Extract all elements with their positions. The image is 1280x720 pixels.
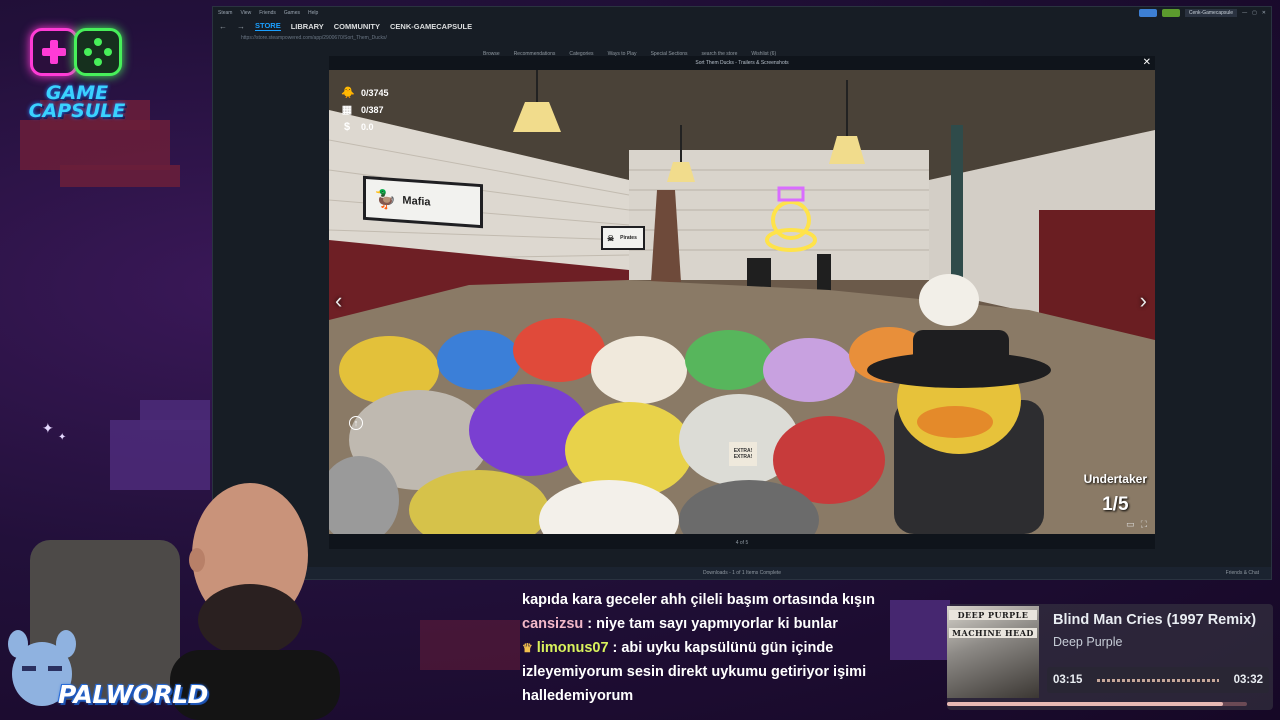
- chat-message: cansizsu: niye tam sayı yapmıyorlar ki b…: [522, 612, 932, 636]
- theater-mode-icon[interactable]: ▭: [1126, 519, 1135, 530]
- window-close-icon[interactable]: ✕: [1262, 10, 1266, 16]
- waveform-dots: [1097, 679, 1219, 682]
- newspaper-label: EXTRA! EXTRA!: [729, 442, 757, 466]
- maximize-icon[interactable]: ▢: [1252, 10, 1257, 16]
- crown-icon: ♛: [522, 641, 533, 655]
- game-capsule-logo: GAME CAPSULE: [22, 18, 132, 128]
- broadcast-button[interactable]: [1138, 9, 1157, 17]
- steam-titlebar: Steam View Friends Games Help Cenk-Gamec…: [213, 7, 1271, 19]
- chat-text: halledemiyorum: [522, 688, 634, 704]
- steam-menu-games[interactable]: Games: [284, 10, 300, 16]
- elapsed-time: 03:15: [1053, 674, 1083, 686]
- money-icon: $: [343, 120, 351, 133]
- chat-overlay: kapıda kara geceler ahh çileli başım ort…: [522, 588, 932, 708]
- chat-text: : abi uyku kapsülünü gün içinde: [612, 640, 834, 656]
- logo-text-capsule: CAPSULE: [28, 100, 126, 122]
- viewer-title: Sort Them Ducks - Trailers & Screenshots…: [329, 56, 1155, 70]
- money-counter: 0.0: [361, 121, 374, 132]
- rank-name: Undertaker: [1083, 472, 1147, 486]
- screenshot-viewer: Sort Them Ducks - Trailers & Screenshots…: [329, 56, 1155, 549]
- steam-menu-view[interactable]: View: [240, 10, 251, 16]
- pixel-cloud-decoration: [420, 620, 520, 670]
- gamepad-dpad-icon: [30, 28, 78, 76]
- track-artist: Deep Purple: [1053, 635, 1123, 649]
- album-art-artist-text: DEEP PURPLE: [949, 610, 1037, 620]
- game-hud: 🐥 0/3745 ▦ 0/387 $0.0: [341, 84, 389, 135]
- steam-menu-friends[interactable]: Friends: [259, 10, 276, 16]
- chat-text: izleyemiyorum sesin direkt uykumu getiri…: [522, 664, 867, 680]
- mafia-duck: [867, 330, 1051, 534]
- nav-profile[interactable]: CENK-GAMECAPSULE: [390, 22, 472, 31]
- album-art-title-text: MACHINE HEAD: [949, 628, 1037, 638]
- account-menu[interactable]: Cenk-Gamecapsule: [1184, 9, 1238, 17]
- rank-progress: 1/5: [1102, 494, 1129, 515]
- mafia-duck-icon: 🦆: [374, 188, 397, 210]
- chat-message: halledemiyorum: [522, 684, 932, 708]
- chat-text: : niye tam sayı yapmıyorlar ki bunlar: [587, 616, 838, 632]
- steam-menu-steam[interactable]: Steam: [218, 10, 232, 16]
- steam-nav: ← → STORE LIBRARY COMMUNITY CENK-GAMECAP…: [213, 19, 1271, 33]
- rank-display: Undertaker 1/5: [1084, 472, 1147, 516]
- palworld-logo: PALWORLD: [58, 680, 208, 709]
- chevron-right-icon[interactable]: ›: [1140, 288, 1147, 314]
- star-icon: ✦: [58, 432, 67, 443]
- track-progress-bar: [947, 702, 1247, 706]
- star-icon: ✦: [42, 420, 54, 436]
- gamepad-buttons-icon: [74, 28, 122, 76]
- screenshot-controls: ▭ ⛶: [1126, 519, 1147, 530]
- duck-counter: 0/3745: [361, 87, 389, 98]
- minimize-icon[interactable]: —: [1242, 10, 1247, 16]
- chevron-left-icon[interactable]: ‹: [335, 288, 342, 314]
- chat-username: limonus07: [536, 640, 609, 656]
- chat-text: kapıda kara geceler ahh çileli başım ort…: [522, 592, 875, 608]
- pirates-sign-label: Pirates: [620, 235, 637, 241]
- downloads-status[interactable]: Downloads - 1 of 1 Items Complete: [703, 570, 781, 576]
- track-title: Blind Man Cries (1997 Remix): [1053, 612, 1257, 628]
- mafia-sign-label: Mafia: [402, 194, 431, 209]
- track-progress-fill: [947, 702, 1223, 706]
- album-art: DEEP PURPLE MACHINE HEAD: [947, 606, 1039, 698]
- forward-arrow-icon[interactable]: →: [237, 22, 245, 31]
- pixel-cloud-decoration: [140, 400, 210, 430]
- notification-button[interactable]: [1161, 9, 1180, 17]
- track-progress-panel: 03:15 03:32: [1047, 667, 1269, 693]
- nav-community[interactable]: COMMUNITY: [334, 22, 380, 31]
- chat-message: kapıda kara geceler ahh çileli başım ort…: [522, 588, 932, 612]
- close-icon[interactable]: ✕: [1143, 57, 1151, 68]
- back-arrow-icon[interactable]: ←: [219, 22, 227, 31]
- nav-library[interactable]: LIBRARY: [291, 22, 324, 31]
- pirate-icon: ☠: [607, 233, 615, 243]
- viewer-title-text: Sort Them Ducks - Trailers & Screenshots: [695, 60, 789, 66]
- total-time: 03:32: [1233, 674, 1263, 686]
- mafia-sign: 🦆 Mafia: [363, 175, 483, 229]
- duck-count-icon: 🐥: [341, 87, 355, 99]
- crate-counter: 0/387: [361, 104, 384, 115]
- fullscreen-icon[interactable]: ⛶: [1141, 519, 1147, 530]
- screenshot-counter: 4 of 5: [735, 540, 749, 546]
- friends-chat-button[interactable]: Friends & Chat: [1226, 570, 1259, 576]
- up-arrow-hint-icon: ↑: [349, 416, 363, 430]
- steam-menu-help[interactable]: Help: [308, 10, 318, 16]
- chat-message: izleyemiyorum sesin direkt uykumu getiri…: [522, 660, 932, 684]
- nav-store[interactable]: STORE: [255, 21, 281, 31]
- url-bar[interactable]: https://store.steampowered.com/app/29006…: [213, 33, 1271, 43]
- now-playing-widget: DEEP PURPLE MACHINE HEAD Blind Man Cries…: [947, 604, 1273, 710]
- game-screenshot: 🦆 Mafia ☠ Pirates EXTRA! EXTRA! 🐥 0/3745 …: [329, 70, 1155, 534]
- stream-overlay: ✦ ✦ GAME CAPSULE Steam View Friends Game…: [0, 0, 1280, 720]
- pixel-cloud-decoration: [60, 165, 180, 187]
- pirates-sign: ☠ Pirates: [601, 226, 645, 250]
- chat-username: cansizsu: [522, 616, 584, 632]
- chat-message: ♛ limonus07: abi uyku kapsülünü gün için…: [522, 636, 932, 660]
- crate-count-icon: ▦: [341, 104, 353, 116]
